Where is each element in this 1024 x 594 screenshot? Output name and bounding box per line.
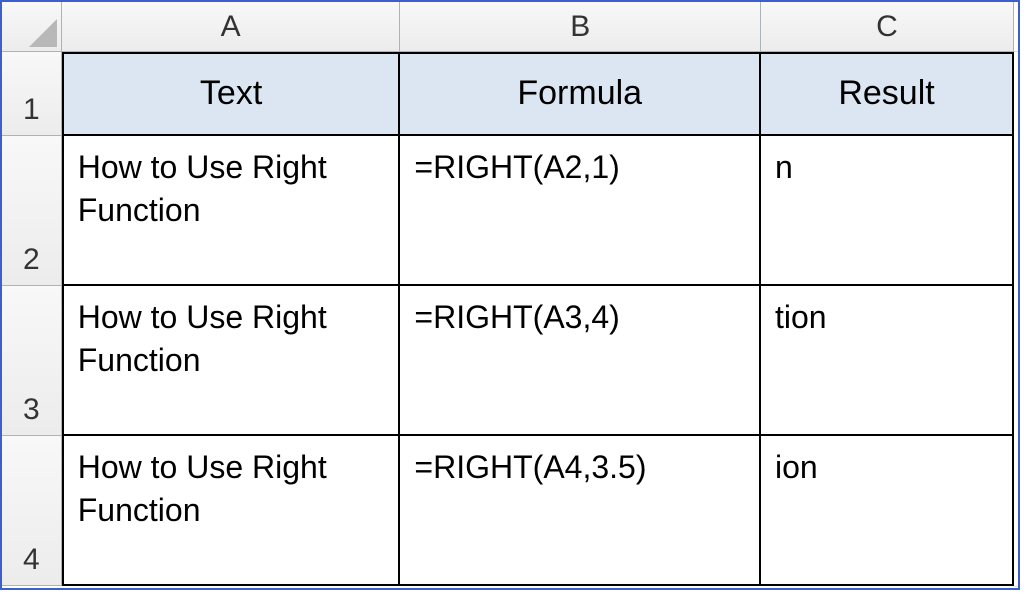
edge-spacer [1014,286,1018,437]
row-header-1[interactable]: 1 [2,52,62,136]
edge-spacer [1014,136,1018,287]
cell-a3[interactable]: How to Use Right Function [62,286,401,436]
select-all-corner[interactable] [2,2,62,52]
cell-c2[interactable]: n [761,136,1014,286]
edge-spacer [1014,436,1018,587]
row-header-3[interactable]: 3 [2,286,62,436]
cell-b2[interactable]: =RIGHT(A2,1) [400,136,761,286]
cell-b1[interactable]: Formula [400,52,761,136]
edge-spacer [1014,2,1018,52]
row-4: 4 How to Use Right Function =RIGHT(A4,3.… [2,436,1018,586]
cell-b4[interactable]: =RIGHT(A4,3.5) [400,436,761,586]
edge-spacer [1014,52,1018,137]
row-header-4[interactable]: 4 [2,436,62,586]
cell-b3[interactable]: =RIGHT(A3,4) [400,286,761,436]
column-header-b[interactable]: B [400,2,761,52]
row-2: 2 How to Use Right Function =RIGHT(A2,1)… [2,136,1018,286]
column-header-a[interactable]: A [62,2,401,52]
spreadsheet-grid: A B C 1 Text Formula Result 2 How to Use… [0,0,1020,590]
cell-a2[interactable]: How to Use Right Function [62,136,401,286]
cell-c3[interactable]: tion [761,286,1014,436]
cell-c1[interactable]: Result [761,52,1014,136]
row-1: 1 Text Formula Result [2,52,1018,136]
cell-c4[interactable]: ion [761,436,1014,586]
cell-a4[interactable]: How to Use Right Function [62,436,401,586]
select-all-triangle-icon [29,19,57,47]
cell-a1[interactable]: Text [62,52,401,136]
column-header-row: A B C [2,2,1018,52]
column-header-c[interactable]: C [761,2,1014,52]
row-3: 3 How to Use Right Function =RIGHT(A3,4)… [2,286,1018,436]
row-header-2[interactable]: 2 [2,136,62,286]
